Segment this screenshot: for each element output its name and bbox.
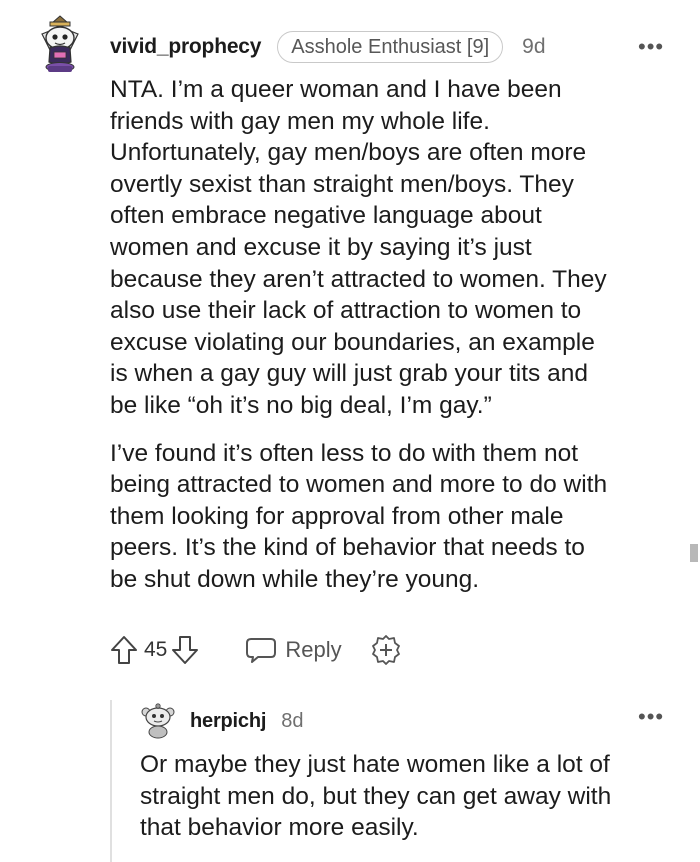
comment-paragraph: NTA. I’m a queer woman and I have been f… [110, 76, 607, 419]
more-options-icon[interactable]: ••• [638, 36, 664, 58]
downvote-button[interactable] [171, 635, 199, 665]
avatar[interactable] [38, 14, 82, 76]
username[interactable]: vivid_prophecy [110, 35, 261, 59]
reply-header: herpichj 8d [190, 706, 303, 736]
reply-avatar[interactable] [140, 702, 176, 740]
comment-header: vivid_prophecy Asshole Enthusiast [9] 9d [110, 30, 546, 64]
thread-line[interactable] [110, 700, 112, 862]
upvote-button[interactable] [110, 635, 138, 665]
reply-paragraph: Or maybe they just hate women like a lot… [140, 751, 612, 842]
downvote-arrow-icon [172, 636, 199, 664]
comment-body: NTA. I’m a queer woman and I have been f… [110, 74, 680, 596]
username[interactable]: herpichj [190, 710, 266, 733]
reply-body: Or maybe they just hate women like a lot… [140, 749, 680, 844]
comment-age: 8d [281, 709, 304, 732]
reply-bubble-icon [246, 638, 277, 663]
comment: vivid_prophecy Asshole Enthusiast [9] 9d… [0, 0, 700, 690]
award-button[interactable] [370, 634, 402, 666]
vote-count: 45 [144, 638, 168, 661]
reply-label: Reply [285, 637, 342, 662]
scrollbar-thumb[interactable] [690, 544, 698, 562]
award-plus-icon [371, 635, 400, 665]
snoo-avatar-icon [41, 15, 79, 72]
snoo-avatar-icon [141, 703, 175, 739]
reply-button[interactable]: Reply [245, 636, 342, 664]
comment-age: 9d [522, 35, 546, 58]
upvote-arrow-icon [111, 636, 137, 664]
more-options-icon[interactable]: ••• [638, 706, 664, 728]
comment-actions: 45 Reply [110, 632, 402, 668]
user-flair: Asshole Enthusiast [9] [277, 31, 504, 63]
comment-paragraph: I’ve found it’s often less to do with th… [110, 439, 608, 593]
